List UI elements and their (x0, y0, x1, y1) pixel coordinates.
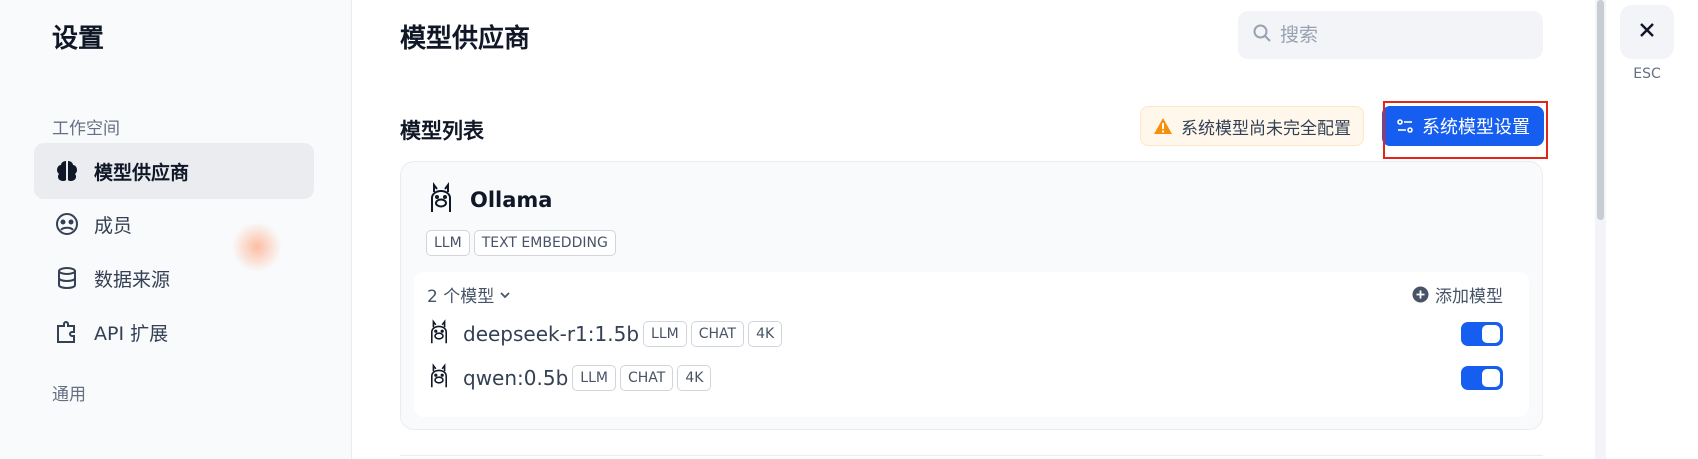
sidebar-item-data-source[interactable]: 数据来源 (34, 250, 314, 306)
section-label-general: 通用 (52, 385, 86, 405)
tag: TEXT EMBEDDING (473, 230, 616, 256)
model-enable-toggle[interactable] (1461, 322, 1503, 346)
sidebar-item-label: 数据来源 (94, 268, 171, 291)
puzzle-icon (54, 319, 80, 345)
model-list-panel: 2 个模型 添加模型 deepseek-r1:1.5b LLM CHAT 4K (414, 272, 1529, 417)
model-list-title: 模型列表 (400, 119, 484, 143)
tag: LLM (426, 230, 470, 256)
sidebar-item-model-provider[interactable]: 模型供应商 (34, 143, 314, 199)
settings-sliders-icon (1396, 117, 1414, 135)
system-model-settings-label: 系统模型设置 (1422, 117, 1530, 138)
warning-banner: 系统模型尚未完全配置 (1140, 106, 1364, 146)
llama-icon (427, 362, 451, 394)
esc-label: ESC (1633, 66, 1661, 82)
model-name: qwen:0.5b (463, 366, 569, 390)
model-count-toggle[interactable]: 2 个模型 (427, 282, 512, 307)
close-button[interactable] (1620, 5, 1674, 59)
sidebar-item-api-extension[interactable]: API 扩展 (34, 304, 314, 360)
tag: CHAT (619, 365, 674, 391)
model-tags: LLM CHAT 4K (643, 321, 783, 347)
search-icon (1252, 23, 1272, 48)
add-model-button[interactable]: 添加模型 (1412, 282, 1503, 307)
model-count-label: 2 个模型 (427, 287, 495, 307)
sidebar-title: 设置 (52, 24, 105, 54)
sidebar-item-members[interactable]: 成员 (34, 196, 314, 252)
tag: LLM (572, 365, 616, 391)
tag: CHAT (690, 321, 745, 347)
tag: LLM (643, 321, 687, 347)
section-label-workspace: 工作空间 (52, 119, 120, 139)
system-model-settings-button[interactable]: 系统模型设置 (1382, 106, 1544, 146)
add-model-label: 添加模型 (1435, 287, 1503, 307)
members-icon (54, 211, 80, 237)
provider-card: Ollama LLM TEXT EMBEDDING 2 个模型 添加模型 dee… (400, 161, 1543, 430)
page-title: 模型供应商 (400, 24, 531, 54)
provider-tags: LLM TEXT EMBEDDING (426, 230, 616, 256)
sidebar-item-label: API 扩展 (94, 322, 169, 345)
search-input[interactable] (1278, 23, 1522, 47)
model-enable-toggle[interactable] (1461, 366, 1503, 390)
tag: 4K (677, 365, 712, 391)
sidebar-item-label: 模型供应商 (94, 161, 190, 184)
provider-name: Ollama (470, 188, 553, 212)
sidebar-item-label: 成员 (94, 214, 133, 237)
warning-text: 系统模型尚未完全配置 (1181, 118, 1351, 139)
model-tags: LLM CHAT 4K (572, 365, 712, 391)
tag: 4K (748, 321, 783, 347)
scrollbar-thumb[interactable] (1597, 0, 1604, 220)
plus-circle-icon (1412, 286, 1429, 303)
divider (400, 455, 1543, 456)
model-row: deepseek-r1:1.5b LLM CHAT 4K (427, 318, 783, 350)
close-icon (1637, 20, 1657, 44)
search-box[interactable] (1238, 11, 1543, 59)
provider-header: Ollama (426, 182, 552, 218)
database-icon (54, 265, 80, 291)
model-name: deepseek-r1:1.5b (463, 322, 640, 346)
settings-sidebar: 设置 工作空间 模型供应商 成员 数据来源 API 扩展 通用 (0, 0, 352, 459)
chevron-down-icon (498, 288, 512, 302)
llama-icon (426, 182, 456, 218)
warning-icon (1153, 117, 1173, 135)
brain-icon (54, 158, 80, 184)
llama-icon (427, 318, 451, 350)
model-row: qwen:0.5b LLM CHAT 4K (427, 362, 712, 394)
